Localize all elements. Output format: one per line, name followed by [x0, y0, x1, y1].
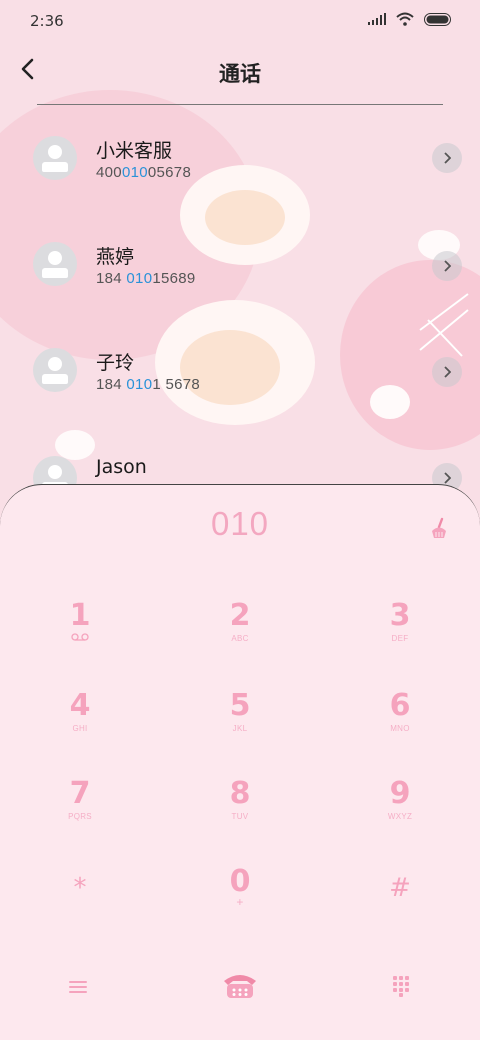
status-time: 2:36	[30, 12, 64, 30]
key-5[interactable]: 5 JKL	[185, 689, 295, 759]
header-divider	[37, 104, 443, 105]
chevron-right-icon	[444, 472, 451, 484]
key-9[interactable]: 9 WXYZ	[345, 777, 455, 847]
key-1[interactable]: 1	[25, 599, 135, 669]
key-4[interactable]: 4 GHI	[25, 689, 135, 759]
contact-number: 184 01015689	[96, 270, 196, 287]
contact-detail-button[interactable]	[432, 143, 462, 173]
signal-icon	[368, 13, 386, 25]
dialed-digits: 010	[210, 505, 270, 542]
clear-button[interactable]	[428, 517, 452, 541]
voicemail-icon	[71, 633, 89, 641]
call-button[interactable]	[218, 963, 262, 1007]
key-star[interactable]: *	[25, 871, 135, 941]
contact-detail-button[interactable]	[432, 357, 462, 387]
avatar	[33, 348, 77, 392]
contact-name: 燕婷	[96, 246, 135, 268]
avatar	[33, 242, 77, 286]
contact-name: 小米客服	[96, 140, 173, 162]
contact-number: 184 0101 5678	[96, 376, 201, 393]
wifi-icon	[396, 12, 414, 26]
header: 通话	[0, 44, 480, 104]
key-0[interactable]: 0 +	[185, 865, 295, 935]
telephone-icon	[224, 975, 256, 998]
battery-icon	[424, 12, 451, 26]
contact-name: 子玲	[96, 352, 135, 374]
key-3[interactable]: 3 DEF	[345, 599, 455, 669]
contact-number: 40001005678	[96, 164, 192, 181]
menu-button[interactable]	[56, 965, 100, 1009]
contact-detail-button[interactable]	[432, 251, 462, 281]
chevron-right-icon	[444, 260, 451, 272]
keypad-icon	[393, 976, 409, 997]
contact-item[interactable]: 燕婷 184 01015689	[0, 230, 480, 326]
contact-name: Jason	[96, 456, 147, 478]
key-hash[interactable]: #	[345, 871, 455, 941]
page-title: 通话	[219, 62, 261, 86]
dialpad-panel: 010 1 2 ABC 3 DEF 4 GHI 5 JKL 6 MNO 7 PQ…	[0, 484, 480, 1040]
key-8[interactable]: 8 TUV	[185, 777, 295, 847]
chevron-right-icon	[444, 152, 451, 164]
contact-item[interactable]: 小米客服 40001005678	[0, 124, 480, 220]
key-7[interactable]: 7 PQRS	[25, 777, 135, 847]
key-2[interactable]: 2 ABC	[185, 599, 295, 669]
avatar	[33, 136, 77, 180]
chevron-right-icon	[444, 366, 451, 378]
key-6[interactable]: 6 MNO	[345, 689, 455, 759]
contact-item[interactable]: 子玲 184 0101 5678	[0, 336, 480, 432]
status-bar: 2:36	[0, 0, 480, 44]
dialpad-toggle-button[interactable]	[379, 964, 423, 1008]
menu-icon	[69, 981, 87, 993]
broom-icon	[432, 517, 446, 538]
